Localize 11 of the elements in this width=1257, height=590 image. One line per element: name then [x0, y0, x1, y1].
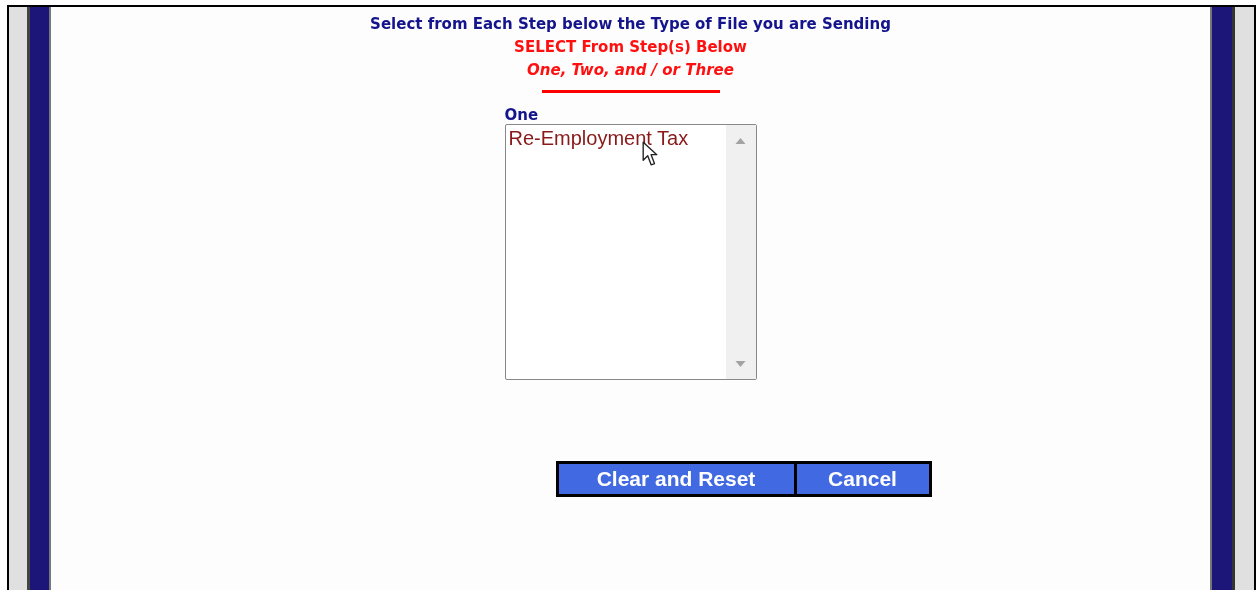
scroll-up-icon[interactable]: [735, 138, 746, 144]
steps-note: One, Two, and / or Three: [527, 60, 734, 81]
page-heading: Select from Each Step below the Type of File you are Sending: [370, 14, 891, 35]
action-button[interactable]: Clear and Reset: [558, 464, 794, 494]
instruction-text: SELECT From Step(s) Below: [514, 37, 747, 58]
scroll-down-icon[interactable]: [735, 361, 746, 367]
file-type-list[interactable]: Re-Employment Tax: [504, 124, 757, 380]
list-option[interactable]: Re-Employment Tax: [508, 126, 726, 150]
step-label: One: [504, 106, 540, 124]
scrollbar[interactable]: [725, 125, 756, 379]
action-button[interactable]: Cancel: [796, 464, 929, 494]
